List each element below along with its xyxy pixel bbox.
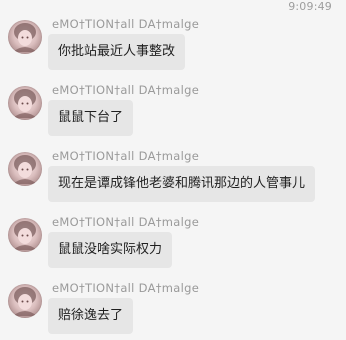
user-avatar-icon[interactable]	[8, 218, 42, 252]
message-bubble[interactable]: 赔徐逸去了	[48, 298, 134, 334]
message-bubble[interactable]: 你批站最近人事整改	[48, 34, 186, 70]
chat-window: 9:09:49 eMO†TION†all DA†malge 你批站最近人事整改	[0, 0, 346, 340]
user-avatar-icon[interactable]	[8, 20, 42, 54]
chat-message: eMO†TION†all DA†malge 鼠鼠下台了	[0, 78, 346, 144]
sender-name: eMO†TION†all DA†malge	[52, 215, 200, 229]
sender-name: eMO†TION†all DA†malge	[52, 149, 200, 163]
chat-message: eMO†TION†all DA†malge 现在是谭成锋他老婆和腾讯那边的人管事…	[0, 144, 346, 210]
sender-name: eMO†TION†all DA†malge	[52, 17, 200, 31]
sender-name: eMO†TION†all DA†malge	[52, 83, 200, 97]
message-bubble[interactable]: 鼠鼠没啥实际权力	[48, 232, 173, 268]
chat-message: eMO†TION†all DA†malge 鼠鼠没啥实际权力	[0, 210, 346, 276]
user-avatar-icon[interactable]	[8, 86, 42, 120]
user-avatar-icon[interactable]	[8, 284, 42, 318]
chat-message: eMO†TION†all DA†malge 你批站最近人事整改	[0, 12, 346, 78]
chat-message: eMO†TION†all DA†malge 赔徐逸去了	[0, 276, 346, 340]
message-bubble[interactable]: 鼠鼠下台了	[48, 100, 134, 136]
user-avatar-icon[interactable]	[8, 152, 42, 186]
message-bubble[interactable]: 现在是谭成锋他老婆和腾讯那边的人管事儿	[48, 166, 316, 202]
sender-name: eMO†TION†all DA†malge	[52, 281, 200, 295]
